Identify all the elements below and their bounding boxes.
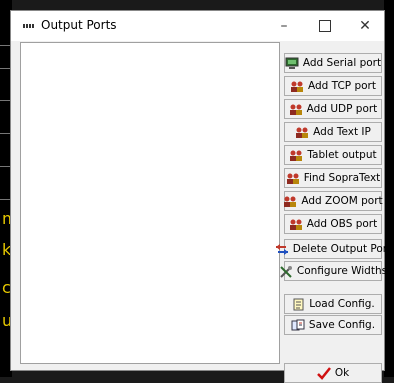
delete-output-port-button[interactable]: Delete Output Port [275,239,391,259]
add-udp-port-button[interactable]: Add UDP port [284,99,382,119]
button-label: Ok [334,367,350,379]
add-obs-port-button[interactable]: Add OBS port [284,214,382,234]
close-icon: ✕ [359,18,371,34]
button-label: Add OBS port [306,218,378,230]
output-ports-list[interactable] [20,42,280,364]
network-users-icon [291,81,303,92]
save-config-button[interactable]: Save Config. [284,315,382,335]
minimize-icon: – [280,18,288,34]
button-label: Add ZOOM port [301,195,383,207]
button-label: Find SopraText [303,172,381,184]
add-text-ip-button[interactable]: Add Text IP [284,122,382,142]
save-documents-icon [291,319,305,330]
background-app-right [384,0,394,377]
configure-widths-button[interactable]: Configure Widths [280,261,387,281]
maximize-icon [319,20,331,32]
button-label: Add UDP port [306,103,378,115]
delete-arrows-icon [275,243,288,255]
network-users-icon [296,127,309,138]
close-button[interactable]: ✕ [346,11,384,41]
minimize-button[interactable]: – [265,11,303,41]
output-ports-dialog: Output Ports – ✕ Add Serial port Add TCP… [10,10,391,383]
button-label: Configure Widths [296,265,388,277]
network-users-icon [289,104,302,115]
button-label: Add TCP port [308,80,376,92]
button-label: Delete Output Port [292,243,392,255]
network-users-icon [290,150,303,161]
title-bar[interactable]: Output Ports – ✕ [11,11,384,41]
tools-icon [280,265,292,278]
document-icon [293,298,304,310]
button-label: Load Config. [309,298,375,310]
load-config-button[interactable]: Load Config. [284,294,382,314]
button-label: Add Serial port [302,57,382,69]
app-icon [23,23,35,29]
network-users-icon [286,173,299,184]
ok-button[interactable]: Ok [284,363,382,383]
network-users-icon [284,196,297,207]
button-label: Save Config. [308,319,376,331]
add-tcp-port-button[interactable]: Add TCP port [284,76,382,96]
network-users-icon [289,219,302,230]
add-zoom-port-button[interactable]: Add ZOOM port [284,191,383,211]
checkmark-icon [316,366,331,380]
add-serial-port-button[interactable]: Add Serial port [284,53,382,73]
tablet-output-button[interactable]: Tablet output [284,145,382,165]
find-sopratext-button[interactable]: Find SopraText [284,168,382,188]
window-title: Output Ports [41,18,117,32]
maximize-button[interactable] [306,11,344,41]
button-label: Add Text IP [313,126,371,138]
button-label: Tablet output [307,149,377,161]
monitor-icon [285,57,299,69]
